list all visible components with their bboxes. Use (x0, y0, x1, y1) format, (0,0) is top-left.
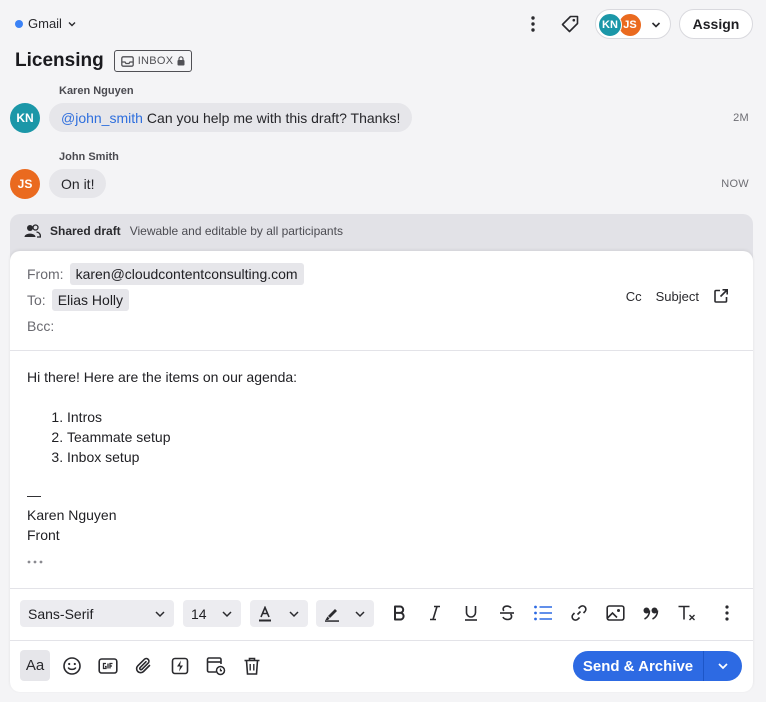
body-intro: Hi there! Here are the items on our agen… (27, 369, 298, 385)
mention-link[interactable]: @john_smith (61, 110, 143, 126)
formatting-toolbar: Sans-Serif 14 (10, 588, 753, 640)
to-label: To: (27, 292, 46, 308)
composer-actions: Aa Send & Archive (10, 640, 753, 692)
bold-icon[interactable] (388, 602, 410, 624)
shared-draft-header: Shared draft Viewable and editable by al… (24, 224, 343, 238)
message-text: Can you help me with this draft? Thanks! (146, 109, 401, 126)
font-size-select[interactable]: 14 (183, 600, 241, 627)
sender-name: Karen Nguyen (59, 85, 134, 97)
trash-icon[interactable] (240, 654, 264, 678)
message-timestamp: NOW (721, 178, 749, 190)
from-field[interactable]: From: karen@cloudcontentconsulting.com (27, 263, 304, 285)
account-name: Gmail (28, 16, 62, 31)
signature-dash: — (27, 487, 41, 503)
gif-icon[interactable] (96, 654, 120, 678)
formatting-toggle-button[interactable]: Aa (20, 650, 50, 681)
from-label: From: (27, 266, 64, 282)
composer: From: karen@cloudcontentconsulting.com T… (10, 251, 753, 692)
page-title: Licensing (15, 50, 104, 71)
inbox-icon (120, 55, 134, 67)
header-actions: Cc Subject (626, 288, 729, 304)
recipient-chip[interactable]: Elias Holly (51, 289, 130, 311)
sender-name: John Smith (59, 151, 119, 163)
shared-draft-label: Shared draft (50, 224, 121, 238)
participants-button[interactable]: KN JS (595, 9, 671, 39)
send-button-group: Send & Archive (573, 651, 742, 681)
send-and-archive-button[interactable]: Send & Archive (573, 651, 704, 681)
chevron-down-icon (651, 22, 661, 28)
highlighter-icon (325, 608, 339, 622)
italic-icon[interactable] (424, 602, 446, 624)
divider (10, 640, 753, 641)
tag-icon[interactable] (560, 14, 580, 34)
list-item: Intros (67, 407, 297, 427)
conversation-header: Licensing INBOX (15, 50, 193, 72)
emoji-icon[interactable] (60, 654, 84, 678)
more-options-icon[interactable] (523, 14, 543, 34)
text-color-select[interactable] (250, 600, 308, 627)
message-text: On it! (61, 175, 95, 192)
account-switcher[interactable]: Gmail (15, 16, 77, 31)
subject-button[interactable]: Subject (656, 289, 699, 304)
inbox-badge-label: INBOX (137, 55, 174, 67)
from-address-chip[interactable]: karen@cloudcontentconsulting.com (69, 263, 304, 285)
chevron-down-icon (155, 611, 165, 618)
signature: — Karen Nguyen Front (27, 485, 117, 545)
message-timestamp: 2M (733, 112, 749, 124)
avatar: JS (10, 169, 40, 199)
chevron-down-icon (355, 611, 365, 618)
link-icon[interactable] (568, 602, 590, 624)
font-family-value: Sans-Serif (28, 605, 94, 622)
account-status-dot (15, 19, 23, 28)
shared-draft-card: Shared draft Viewable and editable by al… (10, 214, 753, 692)
signature-name: Karen Nguyen (27, 507, 117, 523)
divider (10, 588, 753, 589)
lock-icon (177, 56, 185, 66)
shared-draft-description: Viewable and editable by all participant… (129, 224, 343, 238)
schedule-send-icon[interactable] (204, 654, 228, 678)
highlight-color-select[interactable] (316, 600, 374, 627)
chevron-down-icon (718, 663, 728, 670)
to-field[interactable]: To: Elias Holly (27, 289, 130, 311)
divider (10, 350, 753, 351)
font-size-value: 14 (191, 605, 207, 622)
text-color-icon (259, 605, 271, 621)
agenda-list: Intros Teammate setup Inbox setup (67, 407, 297, 467)
cc-button[interactable]: Cc (626, 289, 642, 304)
bcc-field[interactable]: Bcc: (27, 318, 54, 334)
assign-button[interactable]: Assign (679, 9, 753, 39)
font-family-select[interactable]: Sans-Serif (20, 600, 174, 627)
chevron-down-icon (222, 611, 232, 618)
avatar: KN (10, 103, 40, 133)
bcc-label: Bcc: (27, 318, 55, 334)
quote-icon[interactable] (640, 602, 662, 624)
pop-out-icon[interactable] (713, 288, 729, 304)
attachment-icon[interactable] (132, 654, 156, 678)
bulleted-list-icon[interactable] (532, 602, 554, 624)
more-formatting-icon[interactable] (716, 602, 738, 624)
image-icon[interactable] (604, 602, 626, 624)
underline-icon[interactable] (460, 602, 482, 624)
chevron-down-icon (289, 611, 299, 618)
message-bubble: @john_smith Can you help me with this dr… (49, 103, 413, 132)
rules-icon[interactable] (168, 654, 192, 678)
avatar: KN (598, 13, 622, 37)
strikethrough-icon[interactable] (496, 602, 518, 624)
clear-formatting-icon[interactable] (676, 602, 698, 624)
chevron-down-icon (68, 21, 76, 26)
list-item: Inbox setup (67, 447, 297, 467)
signature-company: Front (27, 527, 60, 543)
message-body[interactable]: Hi there! Here are the items on our agen… (27, 368, 297, 467)
message-bubble: On it! (49, 169, 107, 198)
send-options-button[interactable] (704, 651, 742, 681)
inbox-badge[interactable]: INBOX (113, 50, 193, 72)
list-item: Teammate setup (67, 427, 297, 447)
people-icon (24, 224, 41, 238)
show-trimmed-icon[interactable] (27, 559, 43, 565)
top-bar: Gmail KN JS Assign (0, 0, 766, 48)
